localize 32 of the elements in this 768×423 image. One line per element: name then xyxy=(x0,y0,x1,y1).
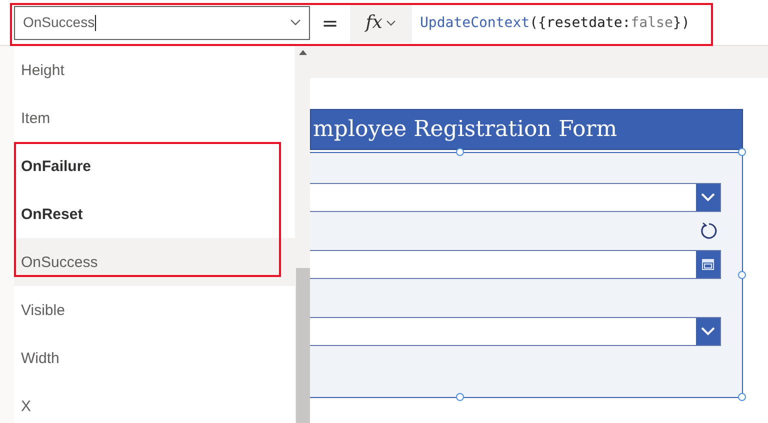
property-list-item[interactable]: OnReset xyxy=(14,190,295,238)
formula-text[interactable]: UpdateContext({resetdate:false}) xyxy=(420,14,690,30)
form-title: mployee Registration Form xyxy=(310,109,743,150)
equals-sign: = xyxy=(320,10,340,34)
resize-handle[interactable] xyxy=(738,393,746,401)
resize-handle[interactable] xyxy=(738,148,746,156)
dropdown-button[interactable] xyxy=(696,184,720,211)
resize-handle[interactable] xyxy=(456,393,464,401)
dropdown-field[interactable] xyxy=(310,183,721,212)
property-list-item[interactable]: Width xyxy=(14,334,295,382)
property-list-item[interactable]: Item xyxy=(14,94,295,142)
fx-button[interactable]: fx xyxy=(350,2,412,42)
calendar-icon xyxy=(702,259,714,270)
chevron-down-icon xyxy=(386,20,396,26)
date-field[interactable] xyxy=(310,250,721,279)
calendar-button[interactable] xyxy=(696,251,720,278)
chevron-down-icon xyxy=(701,193,715,202)
property-list-item[interactable]: OnSuccess xyxy=(14,238,295,286)
chevron-down-icon xyxy=(290,19,301,26)
scroll-up-icon[interactable] xyxy=(299,50,307,55)
chevron-down-icon xyxy=(701,327,715,336)
property-list-item[interactable]: Visible xyxy=(14,286,295,334)
dropdown-button[interactable] xyxy=(696,318,720,345)
property-list-item[interactable]: Height xyxy=(14,46,295,94)
dropdown-field[interactable] xyxy=(310,317,721,346)
property-list-item[interactable]: X xyxy=(14,382,295,423)
scrollbar[interactable] xyxy=(295,46,310,423)
property-list-item[interactable]: OnFailure xyxy=(14,142,295,190)
resize-handle[interactable] xyxy=(738,271,746,279)
property-dropdown[interactable]: OnSuccess xyxy=(14,6,310,40)
reset-icon[interactable] xyxy=(699,221,719,241)
resize-handle[interactable] xyxy=(456,148,464,156)
